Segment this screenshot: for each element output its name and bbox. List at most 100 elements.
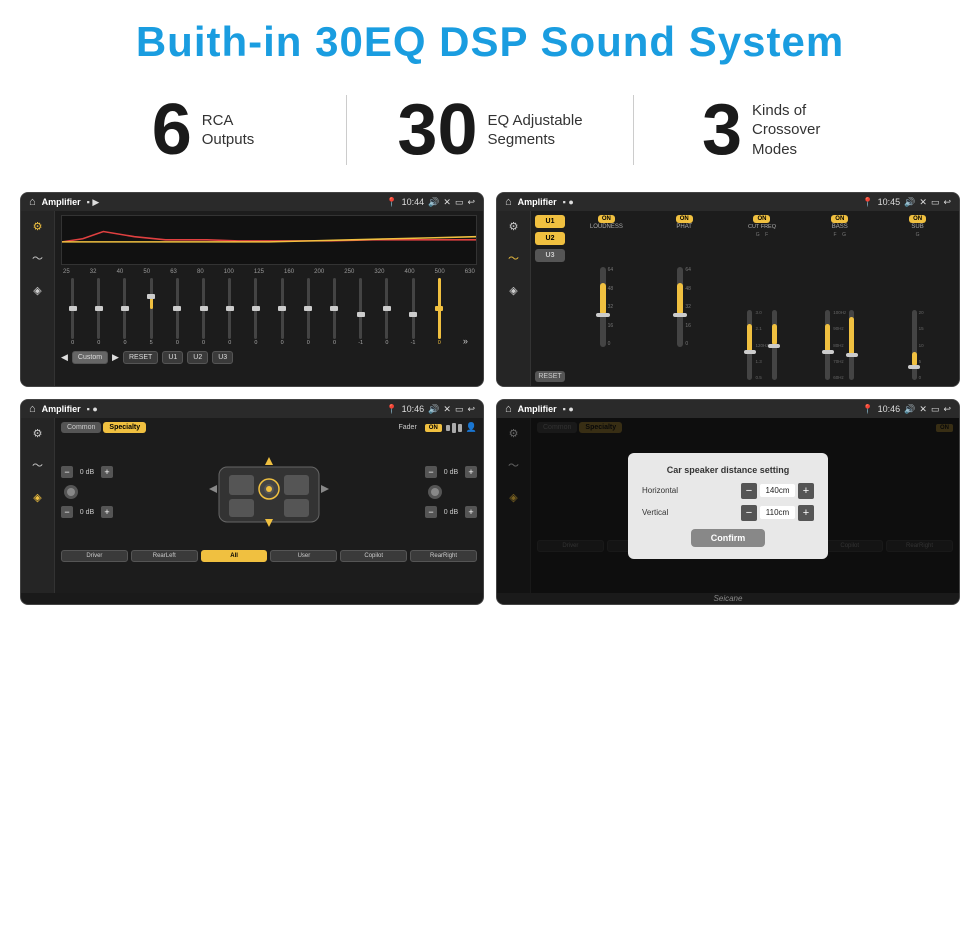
bass-toggle[interactable]: ON — [831, 215, 848, 223]
db-control-top-left: − 0 dB + — [61, 466, 113, 478]
back-icon-2[interactable]: ↩ — [943, 197, 951, 208]
db-minus-bl[interactable]: − — [61, 506, 73, 518]
eq-slider-14[interactable]: 0 — [428, 278, 451, 346]
screen-3-content: ⚙ 〜 ◈ Common Specialty Fader ON — [21, 418, 483, 593]
eq-slider-11[interactable]: -1 — [349, 278, 372, 346]
driver-btn[interactable]: Driver — [61, 550, 128, 562]
sidebar-icon-balance-2[interactable]: ◈ — [503, 281, 525, 299]
horizontal-plus-btn[interactable]: + — [798, 483, 814, 499]
rearright-btn[interactable]: RearRight — [410, 550, 477, 562]
close-icon-1[interactable]: ✕ — [443, 197, 451, 208]
watermark: Seicane — [497, 593, 959, 604]
loudness-toggle[interactable]: ON — [598, 215, 615, 223]
eq-slider-9[interactable]: 0 — [297, 278, 320, 346]
amp-channel-sub: ON SUB G 20151050 — [880, 215, 955, 382]
custom-button[interactable]: Custom — [72, 351, 108, 364]
close-icon-4[interactable]: ✕ — [919, 404, 927, 415]
db-plus-br[interactable]: + — [465, 506, 477, 518]
speaker-icon-right — [425, 484, 445, 500]
app-title-4: Amplifier — [518, 404, 557, 414]
user-btn[interactable]: User — [270, 550, 337, 562]
sidebar-icon-eq-3[interactable]: ⚙ — [27, 424, 49, 442]
eq-slider-10[interactable]: 0 — [323, 278, 346, 346]
status-bar-4: ⌂ Amplifier ▪ ● 📍 10:46 🔊 ✕ ▭ ↩ — [497, 400, 959, 418]
eq-slider-12[interactable]: 0 — [375, 278, 398, 346]
window-icon-3[interactable]: ▭ — [455, 404, 464, 415]
sub-toggle[interactable]: ON — [909, 215, 926, 223]
specialty-tab[interactable]: Specialty — [103, 422, 146, 433]
user-icon[interactable]: 👤 — [466, 422, 477, 433]
db-value-br: 0 dB — [440, 509, 462, 516]
left-db-controls: − 0 dB + − 0 dB — [61, 466, 113, 518]
window-icon-2[interactable]: ▭ — [931, 197, 940, 208]
vertical-plus-btn[interactable]: + — [798, 505, 814, 521]
horizontal-minus-btn[interactable]: − — [741, 483, 757, 499]
home-icon-2[interactable]: ⌂ — [505, 196, 512, 208]
amp-u2-btn[interactable]: U2 — [535, 232, 565, 245]
sidebar-icon-eq[interactable]: ⚙ — [27, 217, 49, 235]
cutfreq-toggle[interactable]: ON — [753, 215, 770, 223]
sidebar-icon-eq-2[interactable]: ⚙ — [503, 217, 525, 235]
sidebar-icon-balance[interactable]: ◈ — [27, 281, 49, 299]
eq-expand-btn[interactable]: » — [454, 278, 477, 346]
window-icon-1[interactable]: ▭ — [455, 197, 464, 208]
vertical-label: Vertical — [642, 508, 692, 517]
home-icon-4[interactable]: ⌂ — [505, 403, 512, 415]
sidebar-icon-wave-2[interactable]: 〜 — [503, 249, 525, 267]
eq-slider-13[interactable]: -1 — [401, 278, 424, 346]
amp-u3-btn[interactable]: U3 — [535, 249, 565, 262]
play-button[interactable]: ▶ — [112, 352, 119, 363]
db-minus-br[interactable]: − — [425, 506, 437, 518]
db-plus-tr[interactable]: + — [465, 466, 477, 478]
db-plus-bl[interactable]: + — [101, 506, 113, 518]
screen-2-content: ⚙ 〜 ◈ U1 U2 U3 RESET ON LOUDNESS — [497, 211, 959, 386]
db-control-bot-right: − 0 dB + — [425, 506, 477, 518]
db-plus-tl[interactable]: + — [101, 466, 113, 478]
eq-slider-6[interactable]: 0 — [218, 278, 241, 346]
fader-bar-2 — [452, 423, 456, 433]
prev-button[interactable]: ◀ — [61, 352, 68, 363]
db-minus-tr[interactable]: − — [425, 466, 437, 478]
home-icon-1[interactable]: ⌂ — [29, 196, 36, 208]
sidebar-icon-wave[interactable]: 〜 — [27, 249, 49, 267]
amp-u-buttons: U1 U2 U3 RESET — [535, 215, 565, 382]
eq-slider-5[interactable]: 0 — [192, 278, 215, 346]
rearleft-btn[interactable]: RearLeft — [131, 550, 198, 562]
eq-slider-3[interactable]: 5 — [140, 278, 163, 346]
window-icon-4[interactable]: ▭ — [931, 404, 940, 415]
close-icon-3[interactable]: ✕ — [443, 404, 451, 415]
sidebar-icon-balance-3[interactable]: ◈ — [27, 488, 49, 506]
eq-slider-8[interactable]: 0 — [271, 278, 294, 346]
location-icon-4: 📍 — [862, 404, 873, 415]
media-icons-2: ▪ ● — [563, 197, 574, 207]
u1-button[interactable]: U1 — [162, 351, 183, 364]
vertical-minus-btn[interactable]: − — [741, 505, 757, 521]
phat-toggle[interactable]: ON — [676, 215, 693, 223]
back-icon-1[interactable]: ↩ — [467, 197, 475, 208]
eq-slider-4[interactable]: 0 — [166, 278, 189, 346]
close-icon-2[interactable]: ✕ — [919, 197, 927, 208]
speaker-icon-3: 🔊 — [428, 404, 439, 415]
copilot-btn[interactable]: Copilot — [340, 550, 407, 562]
eq-slider-2[interactable]: 0 — [113, 278, 136, 346]
reset-button[interactable]: RESET — [123, 351, 158, 364]
all-btn[interactable]: All — [201, 550, 268, 562]
common-tab[interactable]: Common — [61, 422, 101, 433]
db-minus-tl[interactable]: − — [61, 466, 73, 478]
u3-button[interactable]: U3 — [212, 351, 233, 364]
cutfreq-label: CUT FREQ — [748, 224, 776, 230]
back-icon-4[interactable]: ↩ — [943, 404, 951, 415]
stats-row: 6 RCA Outputs 30 EQ Adjustable Segments … — [0, 76, 980, 184]
eq-slider-0[interactable]: 0 — [61, 278, 84, 346]
sidebar-icon-wave-3[interactable]: 〜 — [27, 456, 49, 474]
back-icon-3[interactable]: ↩ — [467, 404, 475, 415]
u2-button[interactable]: U2 — [187, 351, 208, 364]
amp-channel-cutfreq: ON CUT FREQ G F 3.02.1120Hz — [725, 215, 800, 382]
confirm-button[interactable]: Confirm — [691, 529, 766, 547]
amp-reset-btn[interactable]: RESET — [535, 371, 565, 382]
home-icon-3[interactable]: ⌂ — [29, 403, 36, 415]
screen-4-content: ⚙ 〜 ◈ Common Specialty ON — [497, 418, 959, 593]
eq-slider-7[interactable]: 0 — [244, 278, 267, 346]
eq-slider-1[interactable]: 0 — [87, 278, 110, 346]
amp-u1-btn[interactable]: U1 — [535, 215, 565, 228]
